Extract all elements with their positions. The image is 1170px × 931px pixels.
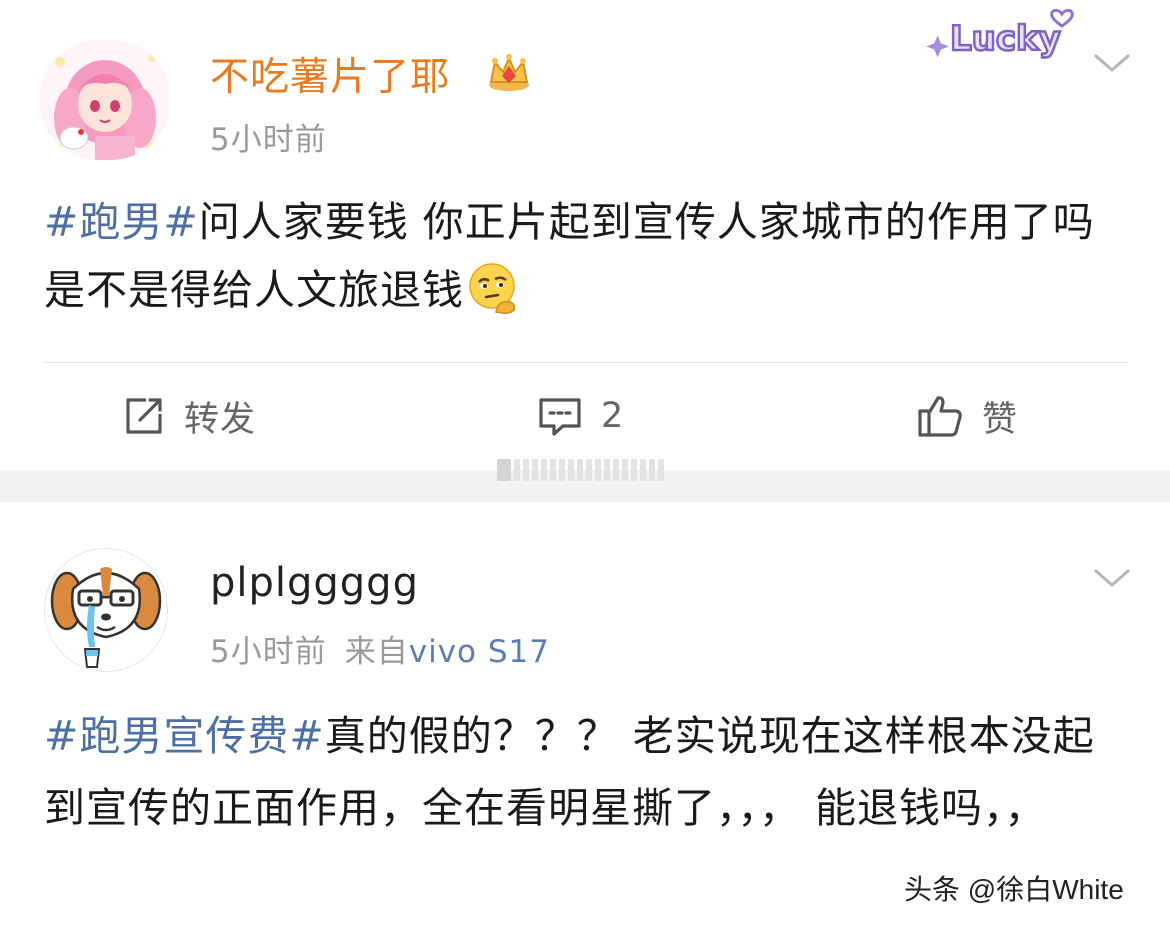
- chevron-down-icon[interactable]: [1092, 50, 1132, 76]
- like-label: 赞: [982, 399, 1019, 440]
- lucky-text: Lucky: [950, 19, 1061, 59]
- watermark-text: 头条 @徐白White: [904, 874, 1124, 905]
- repost-label: 转发: [184, 399, 257, 440]
- scroll-indicator: [497, 457, 669, 483]
- username[interactable]: 不吃薯片了耶: [210, 46, 450, 102]
- user-avatar[interactable]: [40, 40, 170, 160]
- thumbs-up-icon: [918, 396, 962, 437]
- chevron-down-icon[interactable]: [1092, 565, 1132, 591]
- post-meta: 5小时前 来自vivo S17: [210, 626, 550, 671]
- post-content: #跑男#问人家要钱 你正片起到宣传人家城市的作用了吗 是不是得给人文旅退钱: [44, 188, 1130, 324]
- post-text: 问人家要钱 你正片起到宣传人家城市的作用了吗 是不是得给人文旅退钱: [44, 198, 1095, 314]
- comment-count: 2: [601, 396, 625, 436]
- like-button[interactable]: 赞: [916, 388, 1018, 444]
- post-time: 5小时前: [210, 634, 327, 670]
- user-avatar[interactable]: [44, 548, 168, 672]
- post-time: 5小时前: [210, 122, 327, 158]
- vip-crown-icon: [489, 54, 529, 91]
- anime-girl-avatar-icon: [40, 40, 170, 160]
- post-content: #跑男宣传费#真的假的？？？ 老实说现在这样根本没起到宣传的正面作用，全在看明星…: [44, 700, 1130, 844]
- comment-button[interactable]: 2: [537, 388, 624, 444]
- comment-icon: [539, 398, 581, 436]
- crying-dog-avatar-icon: [45, 549, 167, 671]
- source-prefix: 来自: [344, 634, 409, 670]
- device-link[interactable]: vivo S17: [409, 634, 550, 670]
- weibo-post-2: plplggggg 5小时前 来自vivo S17 #跑男宣传费#真的假的？？？ …: [0, 502, 1170, 931]
- repost-icon: [126, 398, 162, 434]
- lucky-badge-icon: Lucky: [926, 8, 1074, 60]
- repost-button[interactable]: 转发: [122, 388, 256, 444]
- weibo-post-1: 不吃薯片了耶 5小时前 Lucky #跑男#问人家要钱 你正片起到宣传人家城市的…: [0, 0, 1170, 470]
- action-divider: [44, 362, 1128, 363]
- topic-link[interactable]: #跑男#: [44, 198, 199, 246]
- topic-link[interactable]: #跑男宣传费#: [44, 712, 325, 760]
- thinking-emoji-icon: [469, 263, 516, 314]
- username[interactable]: plplggggg: [210, 560, 419, 606]
